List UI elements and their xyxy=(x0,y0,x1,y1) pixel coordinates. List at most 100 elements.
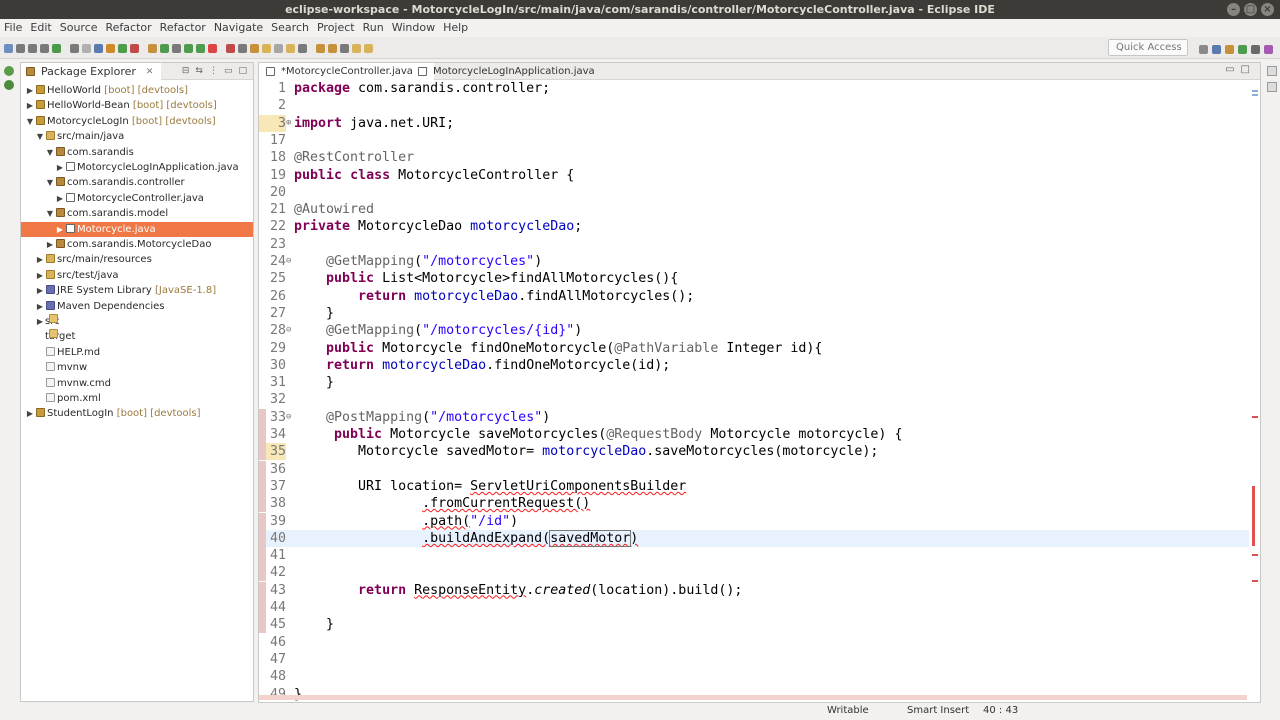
code-line[interactable]: 20 xyxy=(259,184,1249,201)
overview-ruler[interactable] xyxy=(1251,80,1260,702)
code-line[interactable]: 35 Motorcycle savedMotor= motorcycleDao.… xyxy=(259,443,1249,461)
code-line[interactable]: 17 xyxy=(259,132,1249,149)
code-line[interactable]: 46 xyxy=(259,634,1249,651)
toolbar-button-icon[interactable] xyxy=(16,44,25,53)
maximize-view-icon[interactable]: □ xyxy=(238,66,247,76)
link-with-editor-icon[interactable]: ⇆ xyxy=(195,66,203,76)
horizontal-scrollbar[interactable] xyxy=(259,695,1247,700)
code-text[interactable]: } xyxy=(294,616,334,633)
tree-item[interactable]: ▼ src/main/java xyxy=(21,129,253,144)
code-line[interactable]: 37 URI location= ServletUriComponentsBui… xyxy=(259,477,1249,495)
collapsed-arrow-icon[interactable]: ▶ xyxy=(55,160,65,175)
ruler-marker[interactable] xyxy=(1252,90,1258,92)
code-text[interactable]: .path("/id") xyxy=(294,513,518,530)
code-line[interactable]: 1 package com.sarandis.controller; xyxy=(259,80,1249,97)
toolbar-button-icon[interactable] xyxy=(226,44,235,53)
toolbar-button-icon[interactable] xyxy=(130,44,139,53)
boot-dashboard-icon[interactable] xyxy=(4,66,14,76)
collapsed-arrow-icon[interactable]: ▶ xyxy=(25,406,35,421)
collapse-fold-icon[interactable]: ⊖ xyxy=(286,253,291,270)
maximize-button[interactable]: □ xyxy=(1244,3,1257,16)
code-line[interactable]: 38 .fromCurrentRequest() xyxy=(259,495,1249,513)
ruler-marker[interactable] xyxy=(1252,94,1258,96)
toolbar-button-icon[interactable] xyxy=(196,44,205,53)
code-text[interactable]: Motorcycle savedMotor= motorcycleDao.sav… xyxy=(294,443,878,460)
toolbar-button-icon[interactable] xyxy=(118,44,127,53)
menu-refactor-2[interactable]: Refactor xyxy=(156,19,210,36)
toolbar-button-icon[interactable] xyxy=(262,44,271,53)
expanded-arrow-icon[interactable]: ▼ xyxy=(45,175,55,190)
code-text[interactable]: public class MotorcycleController { xyxy=(294,167,574,184)
ruler-error-marker[interactable] xyxy=(1252,416,1258,418)
code-line[interactable]: 24 ⊖ @GetMapping("/motorcycles") xyxy=(259,253,1249,270)
collapsed-arrow-icon[interactable]: ▶ xyxy=(25,98,35,113)
expanded-arrow-icon[interactable]: ▼ xyxy=(25,114,35,129)
menu-file[interactable]: File xyxy=(0,19,26,36)
toolbar-button-icon[interactable] xyxy=(340,44,349,53)
code-line[interactable]: 47 xyxy=(259,651,1249,668)
toolbar-button-icon[interactable] xyxy=(286,44,295,53)
tree-item[interactable]: ▶ JRE System Library [JavaSE-1.8] xyxy=(21,283,253,298)
view-menu-icon[interactable]: ⋮ xyxy=(209,66,218,76)
debug-perspective-icon[interactable] xyxy=(1251,45,1260,54)
toolbar-button-icon[interactable] xyxy=(298,44,307,53)
minimize-button[interactable]: – xyxy=(1227,3,1240,16)
code-line[interactable]: 29 public Motorcycle findOneMotorcycle(@… xyxy=(259,340,1249,357)
code-line[interactable]: 3 ⊕ import java.net.URI; xyxy=(259,114,1249,132)
code-text[interactable]: @RestController xyxy=(294,149,414,166)
servers-icon[interactable] xyxy=(4,80,14,90)
collapse-fold-icon[interactable]: ⊖ xyxy=(286,322,291,339)
tree-item[interactable]: ▼ com.sarandis xyxy=(21,145,253,160)
code-text[interactable]: return motorcycleDao.findOneMotorcycle(i… xyxy=(294,357,670,374)
code-line[interactable]: 42 xyxy=(259,564,1249,582)
collapsed-arrow-icon[interactable]: ▶ xyxy=(35,252,45,267)
code-line[interactable]: 27 } xyxy=(259,305,1249,322)
tab-motorcycle-login-application[interactable]: MotorcycleLogInApplication.java xyxy=(411,63,601,80)
code-text[interactable]: } xyxy=(294,305,334,322)
menu-run[interactable]: Run xyxy=(359,19,388,36)
minimize-view-icon[interactable]: ▭ xyxy=(224,66,233,76)
menu-edit[interactable]: Edit xyxy=(26,19,55,36)
toolbar-button-icon[interactable] xyxy=(94,44,103,53)
code-text[interactable]: @GetMapping("/motorcycles/{id}") xyxy=(294,322,582,339)
code-line[interactable]: 33 ⊖ @PostMapping("/motorcycles") xyxy=(259,408,1249,426)
code-text[interactable]: return ResponseEntity.created(location).… xyxy=(294,582,742,599)
tree-item[interactable]: ▼ com.sarandis.controller xyxy=(21,175,253,190)
editor-view-controls[interactable]: ▭□ xyxy=(1225,64,1256,75)
code-text[interactable]: @GetMapping("/motorcycles") xyxy=(294,253,542,270)
code-line[interactable]: 39 .path("/id") xyxy=(259,512,1249,530)
code-text[interactable]: return motorcycleDao.findAllMotorcycles(… xyxy=(294,288,694,305)
code-line[interactable]: 23 xyxy=(259,236,1249,253)
collapsed-arrow-icon[interactable]: ▶ xyxy=(35,283,45,298)
quick-access-input[interactable]: Quick Access xyxy=(1108,39,1188,56)
toolbar-button-icon[interactable] xyxy=(82,44,91,53)
tree-item[interactable]: mvnw xyxy=(21,360,253,375)
collapsed-arrow-icon[interactable]: ▶ xyxy=(25,83,35,98)
code-text[interactable]: .buildAndExpand(savedMotor) xyxy=(294,529,638,547)
code-text[interactable]: public List<Motorcycle>findAllMotorcycle… xyxy=(294,270,678,287)
code-line[interactable]: 21 @Autowired xyxy=(259,201,1249,218)
expand-fold-icon[interactable]: ⊕ xyxy=(286,115,291,132)
spring-perspective-icon[interactable] xyxy=(1238,45,1247,54)
menu-window[interactable]: Window xyxy=(388,19,439,36)
tree-item[interactable]: ▶ src/main/resources xyxy=(21,252,253,267)
code-line[interactable]: 41 xyxy=(259,547,1249,565)
menu-refactor[interactable]: Refactor xyxy=(102,19,156,36)
code-line[interactable]: 2 xyxy=(259,97,1249,114)
code-line[interactable]: 36 xyxy=(259,460,1249,478)
code-line[interactable]: 44 xyxy=(259,599,1249,616)
tab-motorcycle-controller[interactable]: *MotorcycleController.java ✕ xyxy=(259,63,435,80)
toolbar-button-icon[interactable] xyxy=(208,44,217,53)
tree-item[interactable]: ▶ com.sarandis.MotorcycleDao xyxy=(21,237,253,252)
code-text[interactable]: private MotorcycleDao motorcycleDao; xyxy=(294,218,582,235)
open-perspective-icon[interactable] xyxy=(1199,45,1208,54)
code-line[interactable]: 40 .buildAndExpand(savedMotor) xyxy=(259,529,1249,547)
collapsed-arrow-icon[interactable]: ▶ xyxy=(55,191,65,206)
code-text[interactable]: package com.sarandis.controller; xyxy=(294,80,550,97)
toolbar-button-icon[interactable] xyxy=(52,44,61,53)
tree-item[interactable]: ▼ com.sarandis.model xyxy=(21,206,253,221)
code-line[interactable]: 34 public Motorcycle saveMotorcycles(@Re… xyxy=(259,426,1249,443)
tree-item[interactable]: target xyxy=(21,329,253,344)
collapse-all-icon[interactable]: ⊟ xyxy=(182,66,190,76)
tree-item[interactable]: ▼ MotorcycleLogIn [boot] [devtools] xyxy=(21,114,253,129)
